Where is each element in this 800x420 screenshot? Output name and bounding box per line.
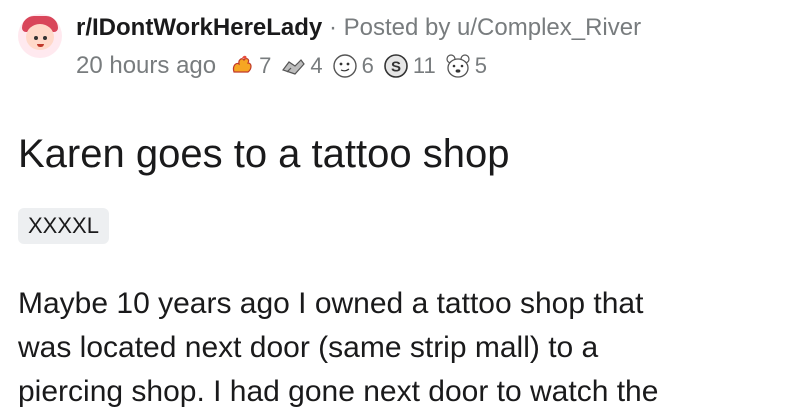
bear-face-icon — [444, 52, 472, 80]
posted-by-user-link[interactable]: Posted by u/Complex_River — [344, 14, 641, 41]
body-line: piercing shop. I had gone next door to w… — [18, 375, 659, 408]
svg-text:S: S — [391, 59, 401, 76]
award-2[interactable]: 4 — [279, 50, 323, 82]
hand-flame-icon — [228, 52, 256, 80]
award-count: 11 — [412, 53, 436, 78]
post-time: 20 hours ago — [76, 52, 217, 79]
award-count: 6 — [361, 53, 374, 78]
post-flair[interactable]: XXXXL — [18, 208, 109, 244]
meta-line-1: r/IDontWorkHereLady · Posted by u/Comple… — [76, 12, 641, 44]
award-5[interactable]: 5 — [444, 50, 487, 82]
post-body: Maybe 10 years ago I owned a tattoo shop… — [18, 282, 788, 414]
post-meta: r/IDontWorkHereLady · Posted by u/Comple… — [76, 8, 641, 82]
award-4[interactable]: S 11 — [382, 50, 436, 82]
body-line: was located next door (same strip mall) … — [18, 331, 599, 364]
award-count: 5 — [474, 53, 487, 78]
award-3[interactable]: 6 — [331, 50, 374, 82]
hands-shake-icon — [279, 52, 307, 80]
body-line: Maybe 10 years ago I owned a tattoo shop… — [18, 287, 644, 320]
coin-s-icon: S — [382, 52, 410, 80]
award-count: 7 — [259, 53, 272, 78]
face-blush-icon — [331, 52, 359, 80]
post-title[interactable]: Karen goes to a tattoo shop — [18, 128, 509, 180]
award-count: 4 — [310, 53, 323, 78]
reddit-post: r/IDontWorkHereLady · Posted by u/Comple… — [0, 0, 800, 420]
award-1[interactable]: 7 — [228, 50, 271, 82]
separator-dot: · — [328, 14, 337, 41]
post-header: r/IDontWorkHereLady · Posted by u/Comple… — [18, 8, 641, 82]
subreddit-link[interactable]: r/IDontWorkHereLady — [76, 14, 322, 41]
subreddit-avatar[interactable] — [18, 14, 62, 58]
meta-line-2: 20 hours ago 7 4 6 S 11 5 — [76, 50, 641, 82]
